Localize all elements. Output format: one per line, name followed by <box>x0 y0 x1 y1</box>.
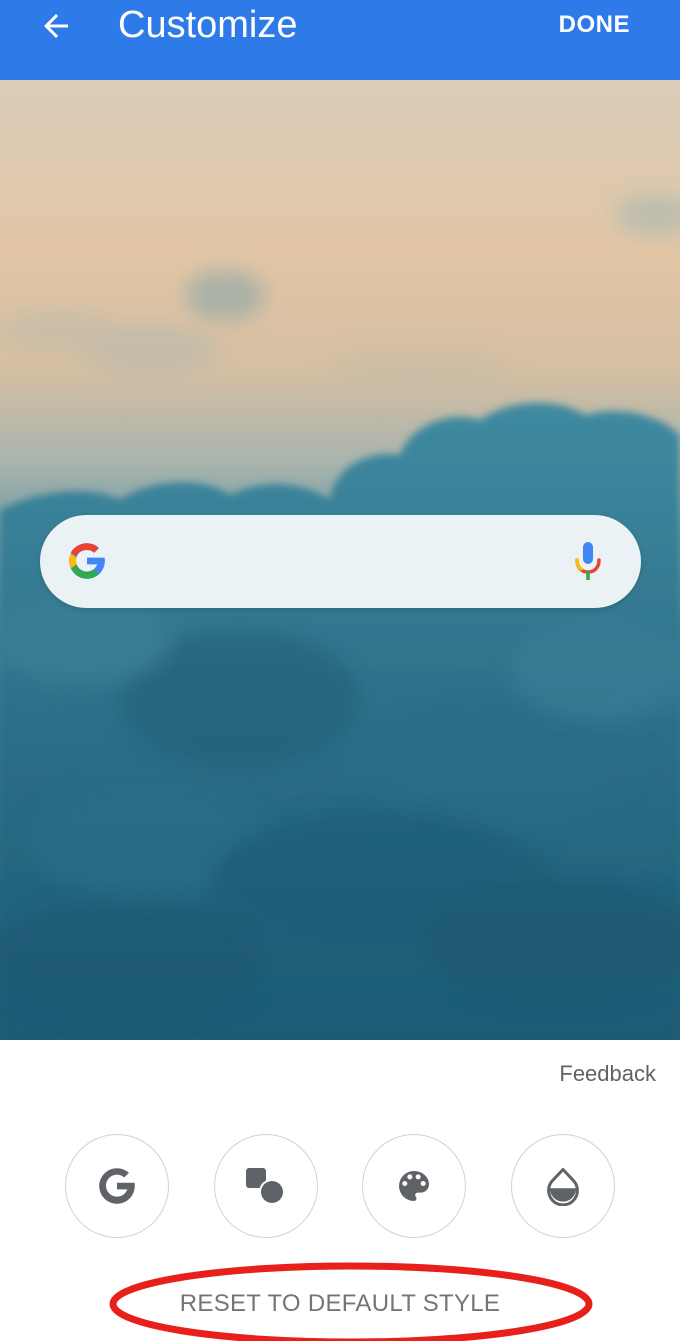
done-button[interactable]: DONE <box>559 7 630 43</box>
back-button[interactable] <box>30 6 82 46</box>
color-style-button[interactable] <box>362 1134 466 1238</box>
logo-style-button[interactable] <box>65 1134 169 1238</box>
google-g-icon <box>69 543 105 579</box>
widget-preview <box>0 80 680 1040</box>
transparency-style-button[interactable] <box>511 1134 615 1238</box>
palette-icon <box>399 1171 429 1201</box>
reset-default-style-button[interactable]: RESET TO DEFAULT STYLE <box>115 1288 565 1320</box>
search-widget[interactable] <box>40 515 641 608</box>
arrow-back-icon <box>44 14 68 38</box>
feedback-link[interactable]: Feedback <box>559 1059 656 1089</box>
style-panel: Feedback RESET TO DEFAULT STYLE <box>0 1040 680 1341</box>
shape-icon <box>246 1168 285 1205</box>
shape-style-button[interactable] <box>214 1134 318 1238</box>
app-bar: Customize DONE <box>0 0 680 80</box>
google-g-icon <box>99 1168 135 1204</box>
page-title: Customize <box>118 4 298 46</box>
mic-icon[interactable] <box>573 540 603 584</box>
opacity-icon <box>547 1168 579 1206</box>
customize-screen: Customize DONE Feedback RESET TO DEFAULT… <box>0 0 680 1341</box>
